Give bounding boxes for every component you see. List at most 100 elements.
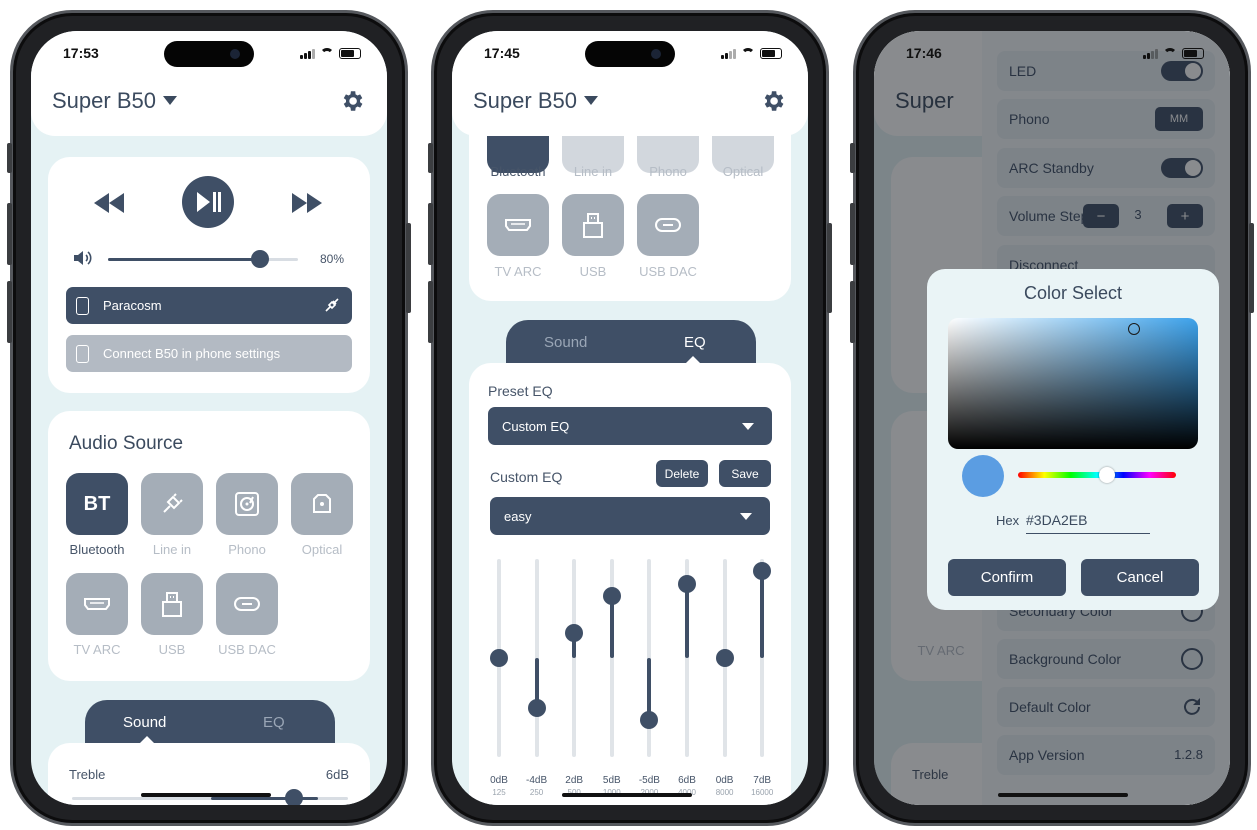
color-select-dialog: Color Select Hex #3DA2EB Confirm Cancel bbox=[927, 269, 1219, 610]
fast-forward-icon[interactable] bbox=[292, 193, 322, 213]
caret-down-icon bbox=[742, 423, 754, 430]
eq-band-db-label: 0dB bbox=[715, 775, 734, 786]
connected-device-name: Paracosm bbox=[103, 298, 162, 313]
eq-panel: Preset EQ Custom EQ Custom EQ Delete Sav… bbox=[469, 363, 791, 805]
eq-band-knob[interactable] bbox=[753, 562, 772, 581]
screen-sound: 17:53 Super B50 80% Paracosm Connect B50… bbox=[31, 31, 387, 805]
connected-device-row[interactable]: Paracosm bbox=[66, 287, 352, 324]
source-label: USB DAC bbox=[639, 264, 697, 279]
wifi-icon bbox=[320, 48, 334, 59]
source-optical-button[interactable] bbox=[291, 473, 353, 535]
device-selector[interactable]: Super B50 bbox=[52, 88, 177, 114]
home-indicator bbox=[141, 793, 271, 797]
selected-color-swatch bbox=[962, 455, 1004, 497]
color-picker-area[interactable] bbox=[948, 318, 1198, 449]
hex-label: Hex bbox=[996, 513, 1020, 528]
eq-band-db-label: 0dB bbox=[490, 775, 508, 786]
disconnect-plug-icon[interactable] bbox=[324, 297, 340, 313]
source-label: Phono bbox=[649, 164, 687, 179]
source-bluetooth-button[interactable]: BT bbox=[66, 473, 128, 535]
device-name: Super B50 bbox=[473, 88, 577, 113]
treble-label: Treble bbox=[69, 767, 106, 782]
tab-eq[interactable]: EQ bbox=[684, 334, 706, 351]
eq-band-track[interactable] bbox=[572, 559, 577, 757]
rewind-icon[interactable] bbox=[94, 193, 124, 213]
dialog-title: Color Select bbox=[1023, 283, 1123, 303]
source-usb-button[interactable] bbox=[562, 194, 624, 256]
source-usb-button[interactable] bbox=[141, 573, 203, 635]
source-label: USB bbox=[579, 264, 607, 279]
tab-eq[interactable]: EQ bbox=[263, 714, 285, 731]
dynamic-island bbox=[585, 41, 675, 67]
phone-frame-2: 17:45 Super B50 Bluetooth Line in Phono … bbox=[428, 10, 832, 826]
eq-band-knob[interactable] bbox=[527, 698, 546, 717]
usb-c-icon bbox=[655, 218, 681, 232]
play-pause-icon bbox=[197, 192, 221, 212]
custom-eq-dropdown[interactable]: easy bbox=[490, 497, 770, 535]
custom-eq-value: easy bbox=[504, 508, 532, 524]
audio-source-card: Audio Source BT Bluetooth Line in Phono … bbox=[48, 411, 370, 681]
delete-button[interactable]: Delete bbox=[656, 460, 708, 487]
eq-band-db-label: -4dB bbox=[526, 775, 548, 786]
treble-slider[interactable] bbox=[72, 797, 348, 800]
eq-band-fill bbox=[685, 583, 689, 658]
confirm-button[interactable]: Confirm bbox=[948, 559, 1066, 596]
source-label: USB bbox=[158, 642, 186, 657]
home-indicator bbox=[562, 793, 692, 797]
usb-icon bbox=[162, 592, 182, 617]
hue-knob[interactable] bbox=[1099, 467, 1115, 483]
volume-icon bbox=[74, 251, 92, 265]
gear-icon[interactable] bbox=[760, 88, 786, 114]
cancel-button[interactable]: Cancel bbox=[1081, 559, 1199, 596]
preset-eq-label: Preset EQ bbox=[488, 383, 553, 399]
eq-band-knob[interactable] bbox=[715, 649, 734, 667]
source-tv-arc-button[interactable] bbox=[487, 194, 549, 256]
source-label: Optical bbox=[301, 542, 343, 557]
custom-eq-label: Custom EQ bbox=[490, 469, 563, 485]
eq-band-knob[interactable] bbox=[602, 587, 621, 606]
hex-input[interactable]: #3DA2EB bbox=[1026, 507, 1150, 534]
source-tv-arc-button[interactable] bbox=[66, 573, 128, 635]
eq-band-knob[interactable] bbox=[490, 649, 508, 667]
status-time: 17:53 bbox=[63, 45, 99, 61]
caret-down-icon bbox=[740, 513, 752, 520]
color-picker-cursor[interactable] bbox=[1128, 323, 1140, 335]
preset-eq-dropdown[interactable]: Custom EQ bbox=[488, 407, 772, 445]
device-name: Super B50 bbox=[52, 88, 156, 113]
play-pause-button[interactable] bbox=[182, 176, 234, 228]
eq-band-knob[interactable] bbox=[640, 710, 659, 729]
connect-hint-row[interactable]: Connect B50 in phone settings bbox=[66, 335, 352, 372]
phone-frame-3: 17:46 Super TV ARC Treble LED PhonoMM AR… bbox=[850, 10, 1254, 826]
volume-slider[interactable] bbox=[108, 258, 298, 261]
eq-band-db-label: 5dB bbox=[602, 775, 621, 786]
source-usb-dac-button[interactable] bbox=[637, 194, 699, 256]
device-selector[interactable]: Super B50 bbox=[473, 88, 598, 114]
usb-icon bbox=[583, 213, 603, 238]
status-time: 17:45 bbox=[484, 45, 520, 61]
tab-sound[interactable]: Sound bbox=[123, 714, 166, 731]
source-phono-button[interactable] bbox=[216, 473, 278, 535]
save-button[interactable]: Save bbox=[719, 460, 771, 487]
eq-band-db-label: -5dB bbox=[638, 775, 660, 786]
caret-down-icon bbox=[162, 96, 177, 105]
source-label: Line in bbox=[573, 164, 613, 179]
source-usb-dac-button[interactable] bbox=[216, 573, 278, 635]
battery-icon bbox=[339, 48, 361, 59]
hdmi-icon bbox=[505, 219, 531, 231]
treble-knob[interactable] bbox=[285, 789, 303, 805]
source-label: Optical bbox=[722, 164, 764, 179]
tab-sound[interactable]: Sound bbox=[544, 334, 587, 351]
hue-slider[interactable] bbox=[1018, 467, 1176, 483]
eq-band-knob[interactable] bbox=[565, 624, 584, 643]
eq-band-knob[interactable] bbox=[678, 574, 696, 593]
source-line-in-button[interactable] bbox=[141, 473, 203, 535]
playback-card: 80% Paracosm Connect B50 in phone settin… bbox=[48, 157, 370, 393]
eq-band-freq-label: 16000 bbox=[751, 788, 774, 797]
volume-knob[interactable] bbox=[251, 250, 269, 268]
gear-icon[interactable] bbox=[339, 88, 365, 114]
usb-c-icon bbox=[234, 597, 260, 611]
phone-frame-1: 17:53 Super B50 80% Paracosm Connect B50… bbox=[7, 10, 411, 826]
source-label: Bluetooth bbox=[490, 164, 546, 179]
preset-eq-value: Custom EQ bbox=[502, 418, 570, 434]
wifi-icon bbox=[741, 48, 755, 59]
